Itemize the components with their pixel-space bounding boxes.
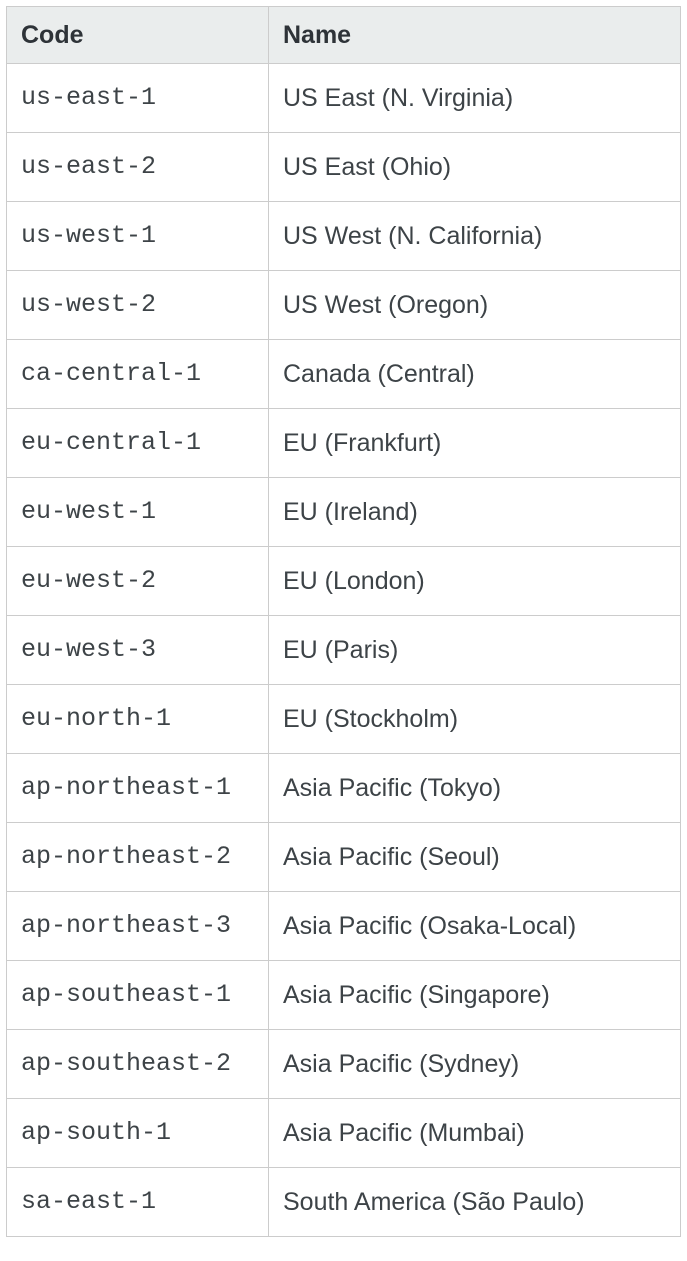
table-row: us-west-1US West (N. California) [7, 202, 681, 271]
region-name: EU (Paris) [269, 616, 681, 685]
table-row: eu-west-2EU (London) [7, 547, 681, 616]
table-row: eu-west-3EU (Paris) [7, 616, 681, 685]
region-code: ap-south-1 [7, 1099, 269, 1168]
region-code: us-west-2 [7, 271, 269, 340]
region-code: us-east-2 [7, 133, 269, 202]
table-header-row: Code Name [7, 7, 681, 64]
regions-table: Code Name us-east-1US East (N. Virginia)… [6, 6, 681, 1237]
column-header-code: Code [7, 7, 269, 64]
table-row: ap-southeast-1Asia Pacific (Singapore) [7, 961, 681, 1030]
region-name: Asia Pacific (Seoul) [269, 823, 681, 892]
table-row: eu-west-1EU (Ireland) [7, 478, 681, 547]
region-name: US West (N. California) [269, 202, 681, 271]
table-row: ap-southeast-2Asia Pacific (Sydney) [7, 1030, 681, 1099]
region-name: US East (N. Virginia) [269, 64, 681, 133]
region-name: Asia Pacific (Osaka-Local) [269, 892, 681, 961]
table-row: ap-south-1Asia Pacific (Mumbai) [7, 1099, 681, 1168]
region-name: EU (London) [269, 547, 681, 616]
table-row: us-east-2US East (Ohio) [7, 133, 681, 202]
table-row: ap-northeast-1Asia Pacific (Tokyo) [7, 754, 681, 823]
region-name: US East (Ohio) [269, 133, 681, 202]
region-code: ap-northeast-3 [7, 892, 269, 961]
region-name: Asia Pacific (Sydney) [269, 1030, 681, 1099]
region-code: eu-central-1 [7, 409, 269, 478]
region-code: eu-north-1 [7, 685, 269, 754]
region-name: Asia Pacific (Singapore) [269, 961, 681, 1030]
table-row: ap-northeast-3Asia Pacific (Osaka-Local) [7, 892, 681, 961]
region-code: ap-southeast-1 [7, 961, 269, 1030]
region-code: eu-west-2 [7, 547, 269, 616]
region-code: eu-west-3 [7, 616, 269, 685]
table-row: eu-central-1EU (Frankfurt) [7, 409, 681, 478]
table-row: sa-east-1South America (São Paulo) [7, 1168, 681, 1237]
region-name: EU (Stockholm) [269, 685, 681, 754]
region-code: eu-west-1 [7, 478, 269, 547]
table-row: ca-central-1Canada (Central) [7, 340, 681, 409]
region-name: Asia Pacific (Tokyo) [269, 754, 681, 823]
region-code: us-east-1 [7, 64, 269, 133]
region-code: ca-central-1 [7, 340, 269, 409]
table-row: us-west-2US West (Oregon) [7, 271, 681, 340]
region-code: us-west-1 [7, 202, 269, 271]
table-row: ap-northeast-2Asia Pacific (Seoul) [7, 823, 681, 892]
table-row: us-east-1US East (N. Virginia) [7, 64, 681, 133]
region-code: ap-northeast-1 [7, 754, 269, 823]
region-name: Canada (Central) [269, 340, 681, 409]
table-row: eu-north-1EU (Stockholm) [7, 685, 681, 754]
region-name: US West (Oregon) [269, 271, 681, 340]
region-code: ap-southeast-2 [7, 1030, 269, 1099]
region-code: ap-northeast-2 [7, 823, 269, 892]
region-name: EU (Frankfurt) [269, 409, 681, 478]
region-code: sa-east-1 [7, 1168, 269, 1237]
region-name: South America (São Paulo) [269, 1168, 681, 1237]
region-name: EU (Ireland) [269, 478, 681, 547]
region-name: Asia Pacific (Mumbai) [269, 1099, 681, 1168]
column-header-name: Name [269, 7, 681, 64]
